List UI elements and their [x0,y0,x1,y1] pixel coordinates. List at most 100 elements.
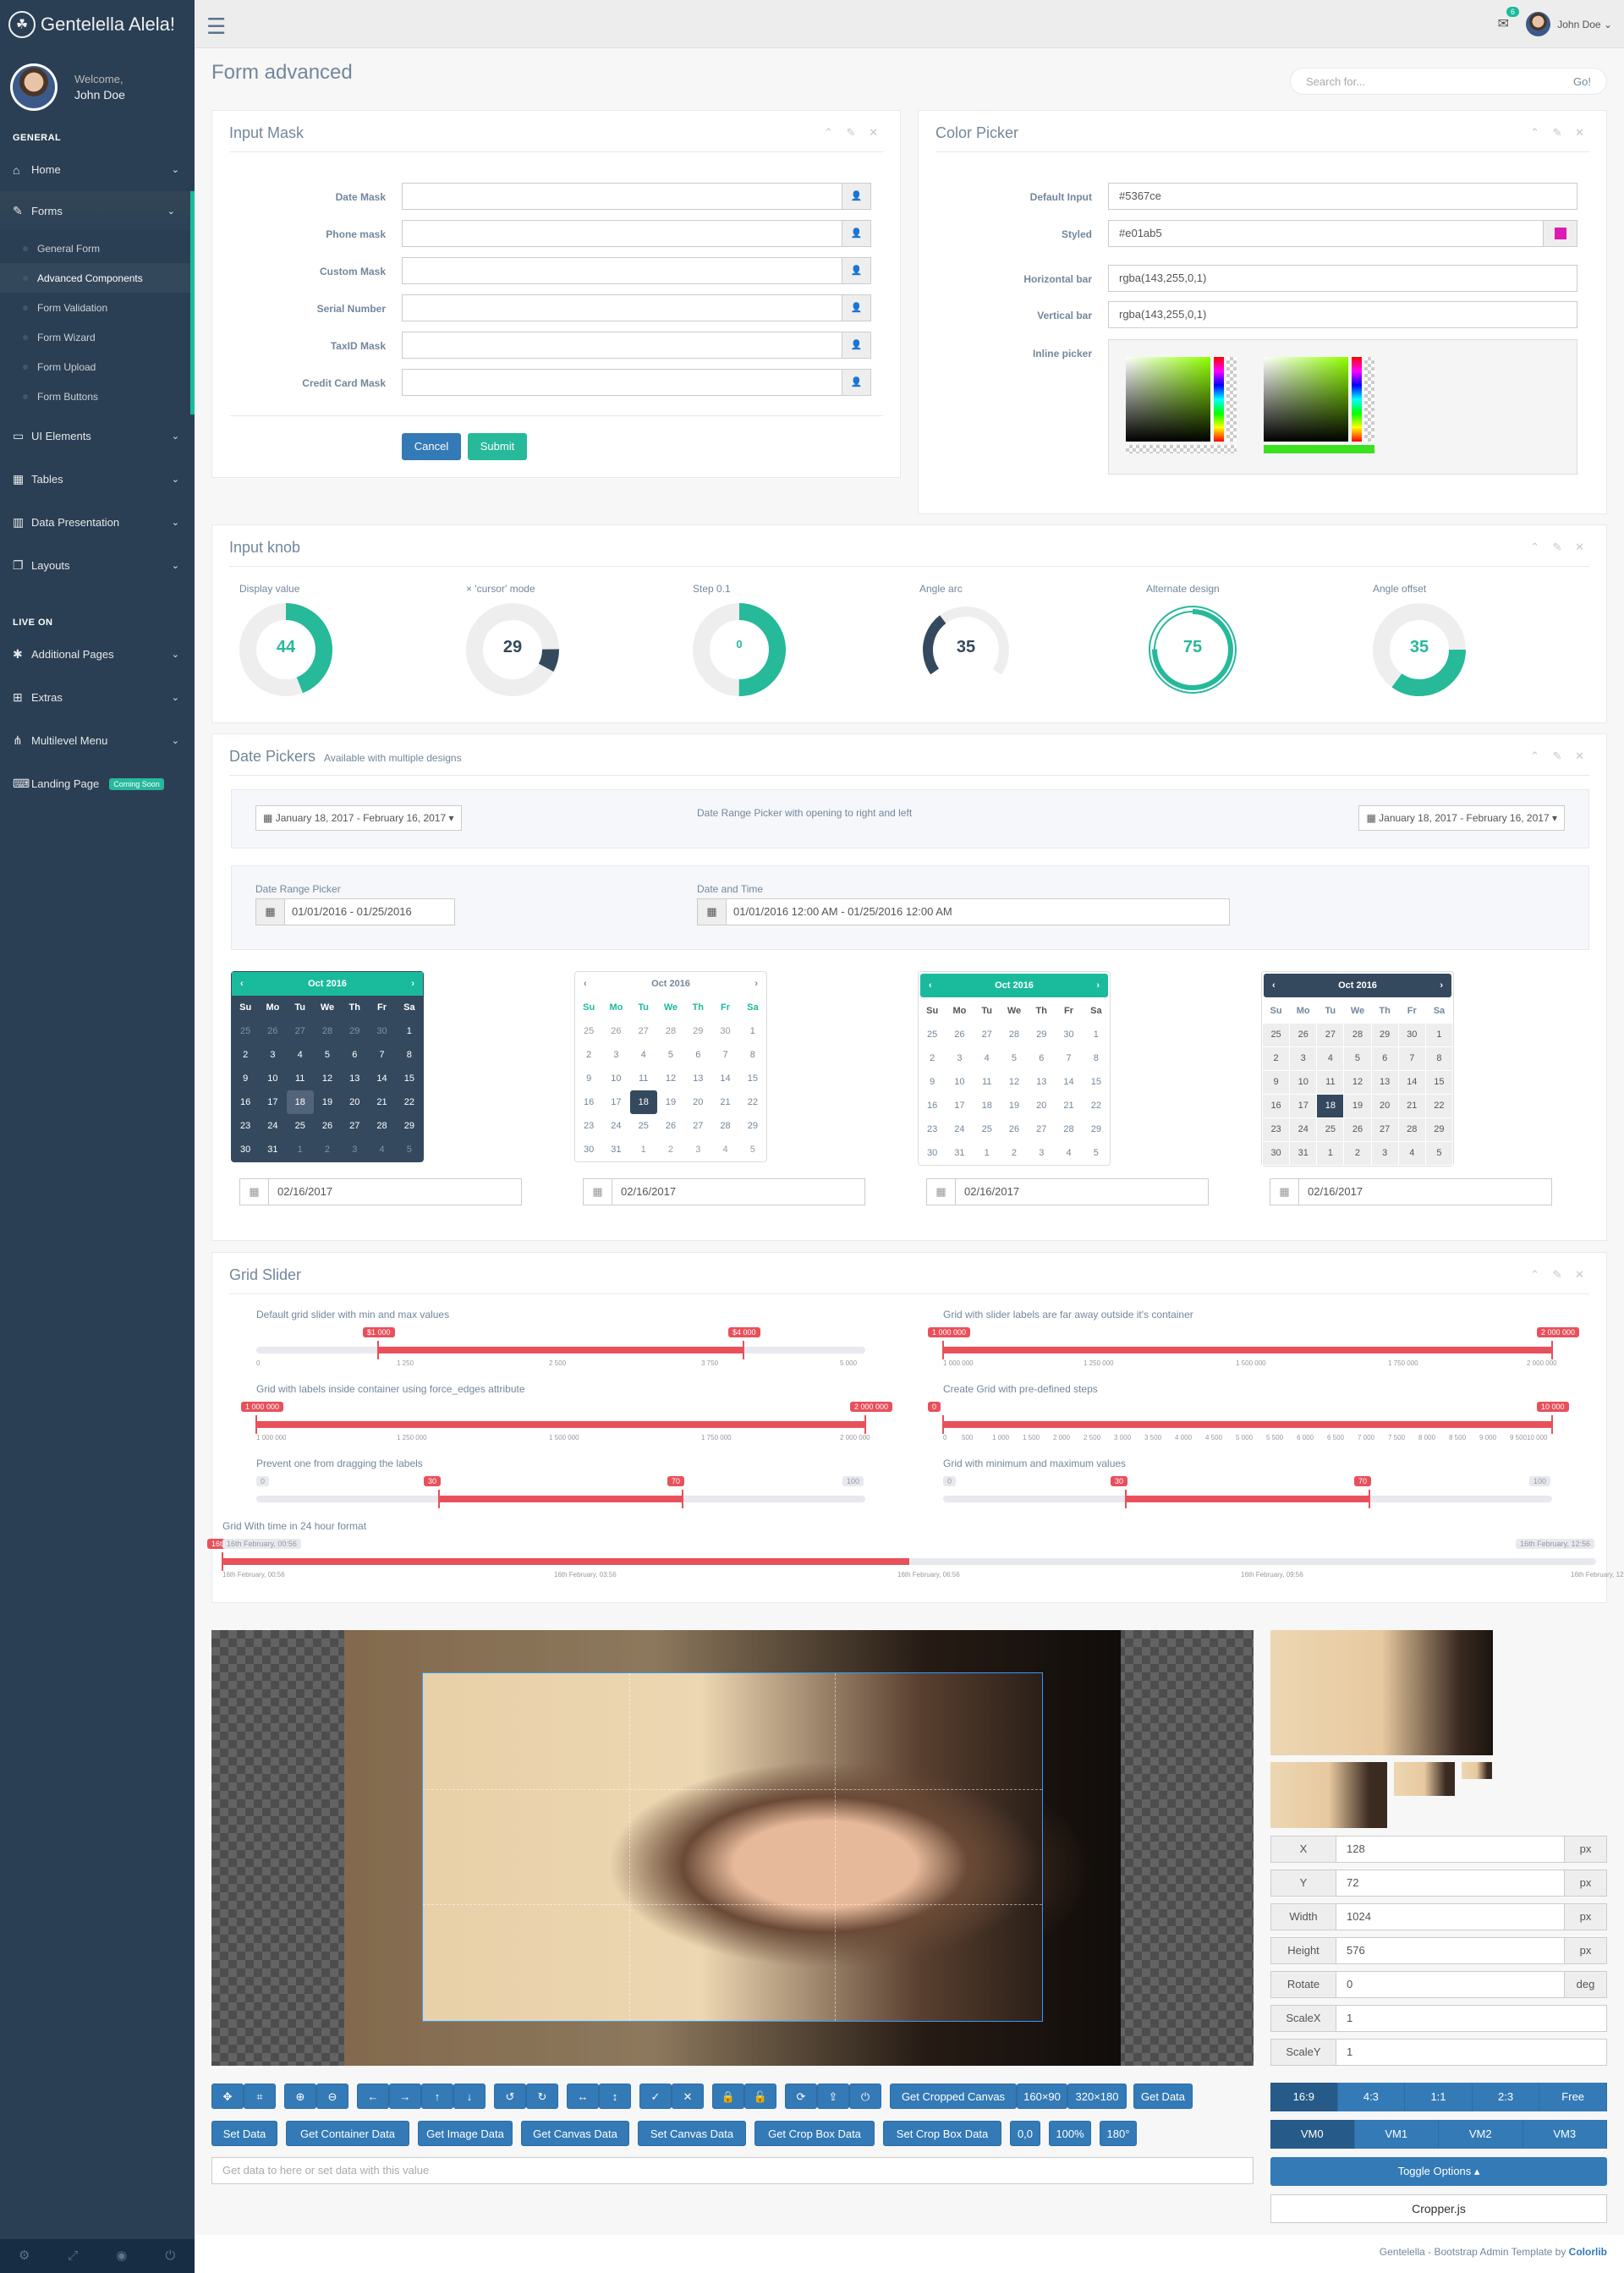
calendar-day[interactable]: 28 [657,1019,684,1043]
panel-controls[interactable]: ⌃ ✎ ✕ [1530,541,1589,554]
date-time-input[interactable]: 01/01/2016 12:00 AM - 01/25/2016 12:00 A… [697,898,1230,925]
crop-height-input[interactable]: 576 [1336,1937,1565,1964]
calendar-day[interactable]: 4 [1316,1046,1345,1071]
prev-month-icon[interactable]: ‹ [1272,980,1276,991]
slider-handle[interactable] [1369,1490,1370,1508]
calendar-day[interactable]: 1 [287,1138,314,1161]
calendar-day[interactable]: 30 [368,1019,395,1043]
user-menu[interactable]: John Doe ⌄ [1526,12,1612,36]
calendar-day[interactable]: 8 [739,1043,766,1067]
calendar-day[interactable]: 16 [575,1090,602,1114]
calendar-day[interactable]: 14 [1055,1070,1082,1094]
calendar-day[interactable]: 16 [232,1090,259,1114]
single-date-input[interactable]: 02/16/2017 ▦ [583,1178,865,1205]
toolbar-button[interactable]: Get Data [1133,2084,1193,2109]
calendar-day[interactable]: 22 [739,1090,766,1114]
calendar-day[interactable]: 6 [1370,1046,1399,1071]
date-range-input[interactable]: 01/01/2016 - 01/25/2016 ▦ [255,898,455,925]
toolbar-button[interactable]: Set Data [211,2121,277,2146]
calendar-day[interactable]: 5 [1001,1046,1028,1070]
toggle-options-button[interactable]: Toggle Options ▴ [1270,2157,1607,2186]
prev-month-icon[interactable]: ‹ [929,980,932,991]
crop-y-input[interactable]: 72 [1336,1869,1565,1897]
calendar-day[interactable]: 27 [1316,1022,1345,1047]
slider-handle-label[interactable]: 70 [667,1476,685,1486]
calendar-day[interactable]: 12 [657,1067,684,1090]
toolbar-button[interactable]: Get Container Data [286,2121,409,2146]
calendar-day[interactable]: 28 [314,1019,341,1043]
toolbar-button[interactable]: Set Canvas Data [638,2121,746,2146]
calendar-day[interactable]: 2 [1001,1141,1028,1165]
calendar-day[interactable]: 22 [1083,1094,1110,1117]
calendar-day[interactable]: 3 [1370,1140,1399,1166]
calendar-day[interactable]: 3 [1289,1046,1318,1071]
calendar-day[interactable]: 26 [1343,1117,1372,1142]
slider-range[interactable] [256,1421,865,1428]
calendar-day[interactable]: 4 [368,1138,395,1161]
calendar-day[interactable]: 24 [259,1114,286,1138]
toolbar-button[interactable]: 320×180 [1067,2084,1127,2109]
calendar-day[interactable]: 14 [368,1067,395,1090]
calendar-day[interactable]: 26 [314,1114,341,1138]
sidebar-item-additional-pages[interactable]: ✱ Additional Pages ⌄ [0,633,195,676]
slider-handle[interactable] [1551,1415,1553,1434]
calendar-day[interactable]: 9 [1261,1069,1291,1095]
sidebar-item-layouts[interactable]: ❐ Layouts ⌄ [0,544,195,587]
calendar-day[interactable]: 27 [974,1023,1001,1046]
calendar-day[interactable]: 2 [919,1046,946,1070]
prev-month-icon[interactable]: ‹ [584,979,587,989]
view-mode-option[interactable]: VM3 [1522,2120,1607,2149]
calendar-day[interactable]: 26 [1001,1117,1028,1141]
calendar-day[interactable]: 29 [1370,1022,1399,1047]
calendar-day[interactable]: 7 [1397,1046,1426,1071]
hue-slider-2[interactable] [1352,357,1362,442]
cropperjs-link[interactable]: Cropper.js [1270,2194,1607,2223]
calendar-day[interactable]: 15 [1424,1069,1454,1095]
calendar-day[interactable]: 20 [684,1090,711,1114]
slider-range[interactable] [943,1421,1552,1428]
lock-icon[interactable]: ◉ [97,2239,146,2273]
mail-icon[interactable]: ✉ 6 [1498,7,1519,32]
calendar-day[interactable]: 28 [1397,1117,1426,1142]
search-input[interactable]: Search for... Go! [1290,68,1607,95]
calendar-day[interactable]: 30 [1261,1140,1291,1166]
calendar-day[interactable]: 14 [1397,1069,1426,1095]
calendar-day[interactable]: 17 [1289,1093,1318,1118]
calendar-day[interactable]: 9 [919,1070,946,1094]
calendar-day[interactable]: 21 [1397,1093,1426,1118]
next-month-icon[interactable]: › [411,979,414,989]
calendar-day[interactable]: 16 [919,1094,946,1117]
calendar-day[interactable]: 12 [314,1067,341,1090]
calendar-day[interactable]: 2 [314,1138,341,1161]
slider-range[interactable] [439,1496,683,1502]
arrow-left-icon[interactable]: ← [357,2084,389,2109]
calendar-day[interactable]: 2 [232,1043,259,1067]
calendar-day[interactable]: 4 [1055,1141,1082,1165]
calendar-day[interactable]: 23 [1261,1117,1291,1142]
calendar-day[interactable]: 17 [259,1090,286,1114]
calendar-day[interactable]: 1 [1083,1023,1110,1046]
calendar-day[interactable]: 30 [232,1138,259,1161]
toolbar-button[interactable]: 100% [1049,2121,1091,2146]
calendar-day[interactable]: 1 [396,1019,423,1043]
calendar-day[interactable]: 15 [1083,1070,1110,1094]
calendar-day[interactable]: 27 [287,1019,314,1043]
arrow-up-icon[interactable]: ↑ [421,2084,453,2109]
default-color-input[interactable]: #5367ce [1108,183,1577,210]
slider-handle-label[interactable]: $4 000 [728,1327,760,1337]
saturation-area-2[interactable] [1264,357,1348,442]
sidebar-subitem-form-upload[interactable]: Form Upload [0,352,190,382]
saturation-area-1[interactable] [1126,357,1210,442]
slider-range[interactable] [943,1347,1552,1353]
calendar-day[interactable]: 7 [368,1043,395,1067]
calendar-day[interactable]: 27 [1028,1117,1055,1141]
move-icon[interactable]: ✥ [211,2084,244,2109]
flip-horizontal-icon[interactable]: ↔ [567,2084,599,2109]
upload-icon[interactable]: ⇪ [817,2084,849,2109]
panel-controls[interactable]: ⌃ ✎ ✕ [1530,749,1589,763]
data-input[interactable]: Get data to here or set data with this v… [211,2157,1254,2184]
calendar-day[interactable]: 7 [711,1043,738,1067]
calendar-day[interactable]: 24 [602,1114,629,1138]
calendar-day[interactable]: 25 [919,1023,946,1046]
date-range-button-right[interactable]: ▦ January 18, 2017 - February 16, 2017 ▾ [1358,805,1565,831]
